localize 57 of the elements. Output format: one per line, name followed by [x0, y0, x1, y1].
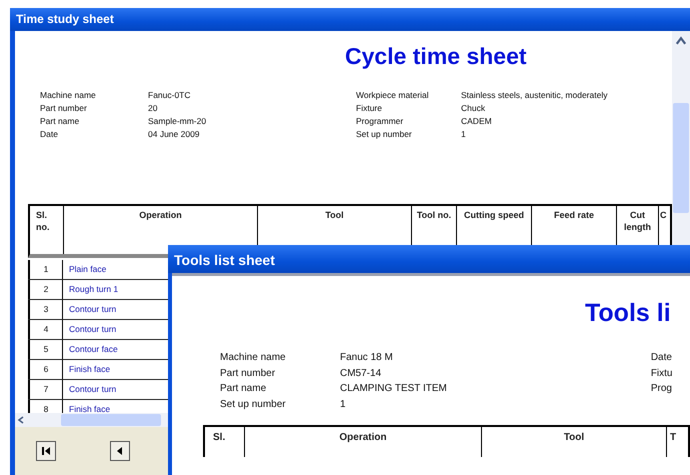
- field-value: CLAMPING TEST ITEM: [340, 382, 447, 396]
- field-value: 1: [461, 128, 466, 141]
- field-value: Fanuc-0TC: [148, 89, 191, 102]
- table-cell: 4: [28, 320, 62, 339]
- field-label: Part number: [40, 102, 88, 115]
- window-title: Tools list sheet: [168, 245, 690, 273]
- scrollbar-thumb[interactable]: [673, 103, 689, 213]
- scrollbar-thumb[interactable]: [61, 414, 161, 426]
- table-cell: Finish face: [62, 360, 110, 379]
- field-value: CADEM: [461, 115, 492, 128]
- scroll-left-icon[interactable]: [16, 415, 26, 425]
- skip-back-icon: [40, 445, 52, 457]
- field-value: 04 June 2009: [148, 128, 200, 141]
- first-record-button[interactable]: [36, 441, 56, 461]
- window-title: Time study sheet: [10, 8, 690, 31]
- field-label: Part name: [40, 115, 80, 128]
- previous-record-button[interactable]: [110, 441, 130, 461]
- field-label: Set up number: [356, 128, 413, 141]
- table-cell: 5: [28, 340, 62, 359]
- field-value: CM57-14: [340, 366, 382, 380]
- field-value: 20: [148, 102, 158, 115]
- field-label: Machine name: [220, 351, 287, 365]
- field-label: Date: [40, 128, 59, 141]
- table-cell: Plain face: [62, 260, 106, 279]
- column-header: Operation: [245, 427, 482, 457]
- column-header: T: [669, 431, 678, 445]
- field-value: 1: [340, 398, 346, 412]
- table-cell: Contour face: [62, 340, 118, 359]
- field-value: Fanuc 18 M: [340, 351, 393, 365]
- table-cell: Contour turn: [62, 320, 116, 339]
- column-header: Sl. no.: [30, 206, 64, 254]
- field-label: Machine name: [40, 89, 97, 102]
- table-cell: Contour turn: [62, 300, 116, 319]
- field-label: Prog: [650, 382, 672, 396]
- field-value: Chuck: [461, 102, 486, 115]
- field-label: Part number: [220, 366, 276, 380]
- field-value: Sample-mm-20: [148, 115, 206, 128]
- column-header: C: [659, 209, 668, 222]
- field-label: Date: [650, 351, 672, 365]
- sheet-heading: Cycle time sheet: [344, 42, 528, 71]
- table-cell: 1: [28, 260, 62, 279]
- table-cell: 2: [28, 280, 62, 299]
- table-cell: 7: [28, 380, 62, 399]
- table-cell: 3: [28, 300, 62, 319]
- table-cell: Rough turn 1: [62, 280, 118, 299]
- field-label: Set up number: [220, 398, 287, 412]
- field-label: Part name: [220, 382, 268, 396]
- table-cell: 6: [28, 360, 62, 379]
- field-value: Stainless steels, austenitic, moderately: [461, 89, 608, 102]
- sheet-heading: Tools li: [584, 298, 672, 329]
- column-header: Sl.: [205, 427, 245, 457]
- column-header: Tool: [482, 427, 667, 457]
- table-cell: Contour turn: [62, 380, 116, 399]
- field-label: Workpiece material: [356, 89, 430, 102]
- field-label: Fixtu: [650, 366, 672, 380]
- field-label: Programmer: [356, 115, 404, 128]
- field-label: Fixture: [356, 102, 383, 115]
